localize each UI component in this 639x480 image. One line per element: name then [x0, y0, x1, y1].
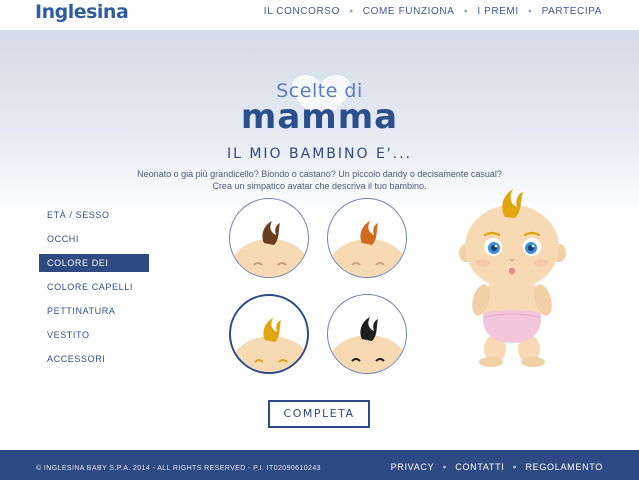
hair-option-orange[interactable] [327, 198, 407, 278]
baby-head-brown-hair-icon [230, 221, 308, 277]
footer-separator-dot: ● [512, 463, 518, 471]
menu-item-occhi[interactable]: OCCHI [39, 230, 149, 248]
footer-link-contatti[interactable]: CONTATTI [455, 462, 504, 472]
baby-head-orange-hair-icon [328, 221, 406, 277]
footer-links: PRIVACY ● CONTATTI ● REGOLAMENTO [391, 462, 603, 472]
brand-line-2: mamma [240, 97, 399, 137]
nav-separator-dot: ● [527, 8, 533, 15]
inglesina-logo[interactable]: Inglesina [35, 1, 129, 23]
menu-item-colore-dei-capelli[interactable]: COLORE DEI CAPELLI [39, 254, 149, 286]
menu-item-colore-capelli[interactable]: COLORE CAPELLI [39, 278, 149, 296]
nav-separator-dot: ● [463, 8, 469, 15]
baby-head-black-hair-icon [328, 317, 406, 373]
menu-item-eta-sesso[interactable]: ETÀ / SESSO [39, 206, 149, 224]
nav-come-funziona[interactable]: COME FUNZIONA [363, 6, 455, 17]
footer-link-privacy[interactable]: PRIVACY [391, 462, 435, 472]
completa-button[interactable]: COMPLETA [268, 400, 370, 428]
site-footer: © INGLESINA BABY S.P.A. 2014 - ALL RIGHT… [0, 450, 639, 480]
baby-head-blonde-hair-icon [231, 318, 307, 372]
footer-link-regolamento[interactable]: REGOLAMENTO [525, 462, 603, 472]
scelte-di-mamma-logo: Scelte di mamma [0, 80, 639, 137]
menu-item-pettinatura[interactable]: PETTINATURA [39, 302, 149, 320]
hair-option-black[interactable] [327, 294, 407, 374]
nav-i-premi[interactable]: I PREMI [477, 6, 518, 17]
hair-option-blonde[interactable] [229, 294, 309, 374]
site-header: Inglesina IL CONCORSO ● COME FUNZIONA ● … [0, 0, 639, 30]
hair-option-brown[interactable] [229, 198, 309, 278]
nav-partecipa[interactable]: PARTECIPA [542, 6, 602, 17]
page-title: IL MIO BAMBINO E'... [226, 146, 413, 162]
menu-item-accessori[interactable]: ACCESSORI [39, 350, 149, 368]
menu-item-vestito[interactable]: VESTITO [39, 326, 149, 344]
footer-separator-dot: ● [442, 463, 448, 471]
main-nav: IL CONCORSO ● COME FUNZIONA ● I PREMI ● … [264, 6, 602, 17]
baby-avatar-image [459, 189, 566, 367]
nav-separator-dot: ● [348, 8, 354, 15]
nav-il-concorso[interactable]: IL CONCORSO [264, 6, 340, 17]
description-line-1: Neonato o già più grandicello? Biondo o … [137, 169, 502, 179]
customization-menu: ETÀ / SESSO OCCHI COLORE DEI CAPELLI COL… [39, 206, 149, 374]
copyright-text: © INGLESINA BABY S.P.A. 2014 - ALL RIGHT… [36, 465, 321, 472]
